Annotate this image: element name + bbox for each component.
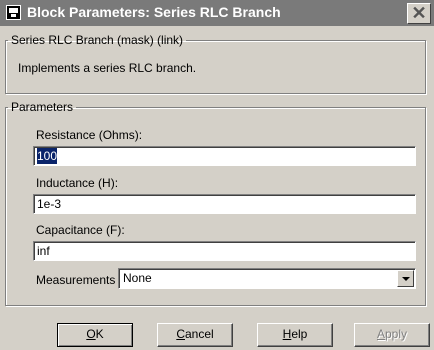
help-label-rest: elp — [291, 327, 308, 341]
inductance-label: Inductance (H): — [36, 176, 119, 190]
window-title: Block Parameters: Series RLC Branch — [27, 4, 281, 20]
measurements-select[interactable]: None — [118, 268, 416, 289]
inductance-input[interactable]: 1e-3 — [33, 194, 416, 214]
mask-description-text: Implements a series RLC branch. — [18, 61, 197, 75]
parameters-group-legend: Parameters — [11, 100, 74, 114]
simulink-block-icon — [6, 5, 21, 20]
resistance-label: Resistance (Ohms): — [36, 128, 143, 142]
capacitance-value: inf — [37, 244, 50, 258]
ok-button[interactable]: OK — [57, 323, 133, 347]
chevron-down-icon[interactable] — [397, 270, 414, 287]
resistance-input[interactable]: 100 — [33, 146, 416, 166]
apply-mnemonic: A — [376, 327, 385, 341]
ok-label-rest: K — [95, 327, 104, 341]
apply-button[interactable]: Apply — [354, 323, 430, 347]
apply-label-rest: pply — [385, 327, 408, 341]
ok-mnemonic: O — [86, 327, 96, 341]
mask-description-group: Series RLC Branch (mask) (link) Implemen… — [5, 33, 426, 94]
cancel-mnemonic: C — [176, 327, 185, 341]
close-button[interactable]: ✕ — [407, 3, 431, 24]
title-bar[interactable]: Block Parameters: Series RLC Branch ✕ — [0, 0, 434, 26]
close-icon: ✕ — [411, 3, 427, 23]
mask-group-legend: Series RLC Branch (mask) (link) — [11, 33, 184, 47]
help-button[interactable]: Help — [257, 323, 333, 347]
cancel-button[interactable]: Cancel — [157, 323, 233, 347]
measurements-selected-value: None — [123, 271, 152, 285]
capacitance-input[interactable]: inf — [33, 241, 416, 261]
capacitance-label: Capacitance (F): — [36, 223, 125, 237]
block-parameters-dialog: Block Parameters: Series RLC Branch ✕ Se… — [0, 0, 434, 350]
measurements-label: Measurements — [36, 273, 116, 287]
cancel-label-rest: ancel — [184, 327, 214, 341]
resistance-value: 100 — [37, 148, 58, 164]
inductance-value: 1e-3 — [37, 197, 62, 211]
